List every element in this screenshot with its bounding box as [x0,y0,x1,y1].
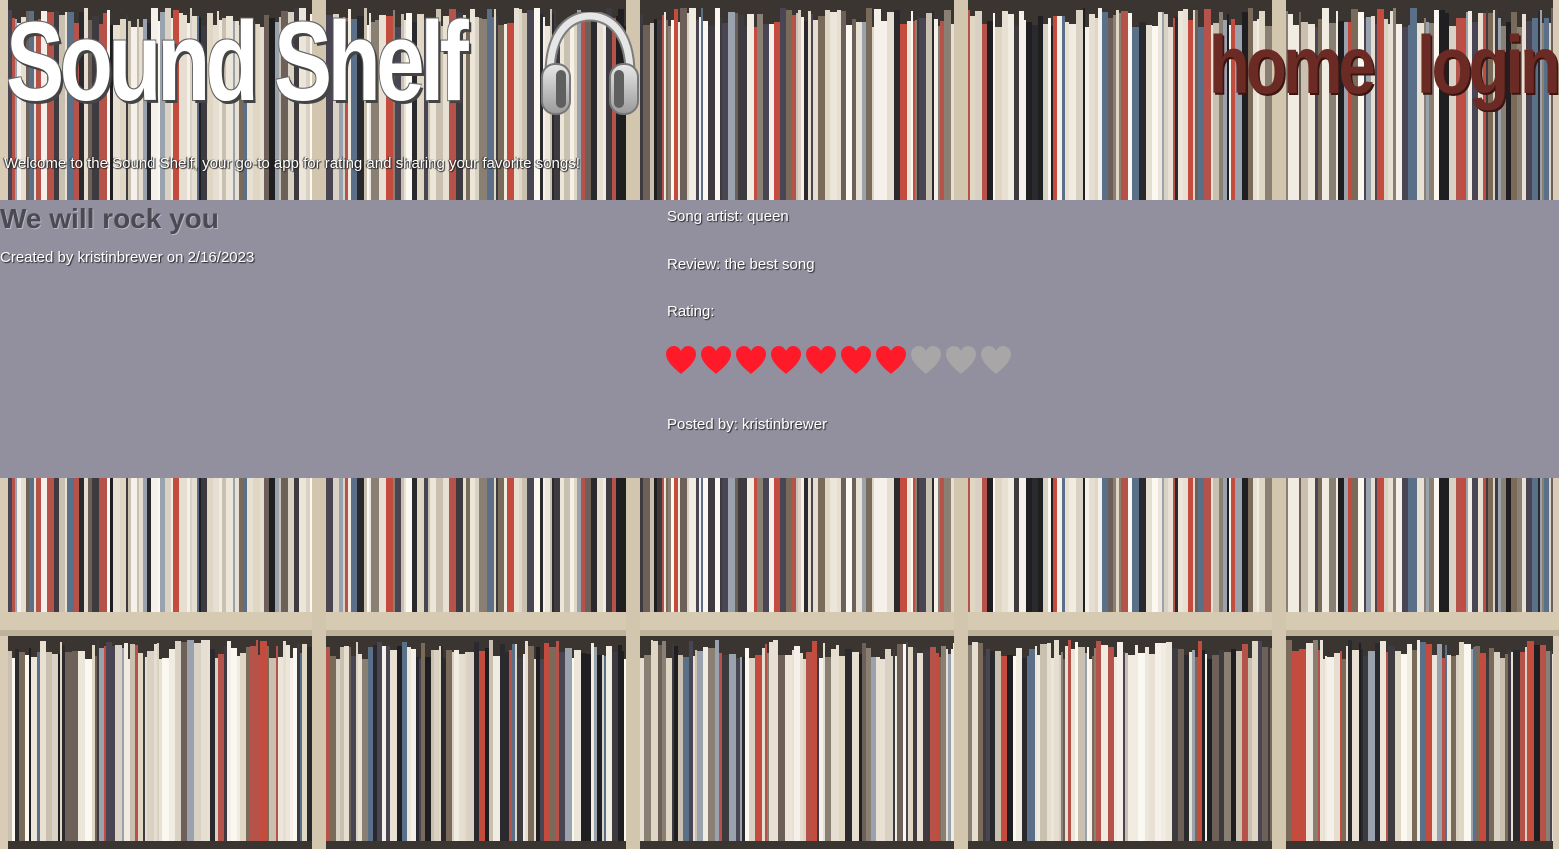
site-header: Sound Shelf home login Welcome to the So… [0,0,1559,200]
created-by-line: Created by kristinbrewer on 2/16/2023 [0,249,255,266]
headphones-icon [541,12,639,115]
nav-home-link[interactable]: home [1209,18,1376,114]
main-nav: home login [1173,18,1559,114]
welcome-tagline: Welcome to the Sound Shelf, your go-to a… [4,155,580,172]
posted-by: Posted by: kristinbrewer [667,416,828,433]
rating-label: Rating: [667,303,715,320]
heart-filled-icon [666,346,696,374]
song-review-card: We will rock you Created by kristinbrewe… [0,200,1559,478]
site-title: Sound Shelf [6,0,469,124]
heart-filled-icon [736,346,766,374]
heart-empty-icon [911,346,941,374]
heart-filled-icon [876,346,906,374]
heart-filled-icon [806,346,836,374]
rating-hearts [665,343,1012,377]
heart-empty-icon [946,346,976,374]
heart-filled-icon [701,346,731,374]
nav-login-link[interactable]: login [1417,18,1559,114]
heart-filled-icon [771,346,801,374]
heart-empty-icon [981,346,1011,374]
review-text: Review: the best song [667,256,815,273]
heart-filled-icon [841,346,871,374]
song-artist: Song artist: queen [667,208,789,225]
song-title: We will rock you [0,203,219,234]
